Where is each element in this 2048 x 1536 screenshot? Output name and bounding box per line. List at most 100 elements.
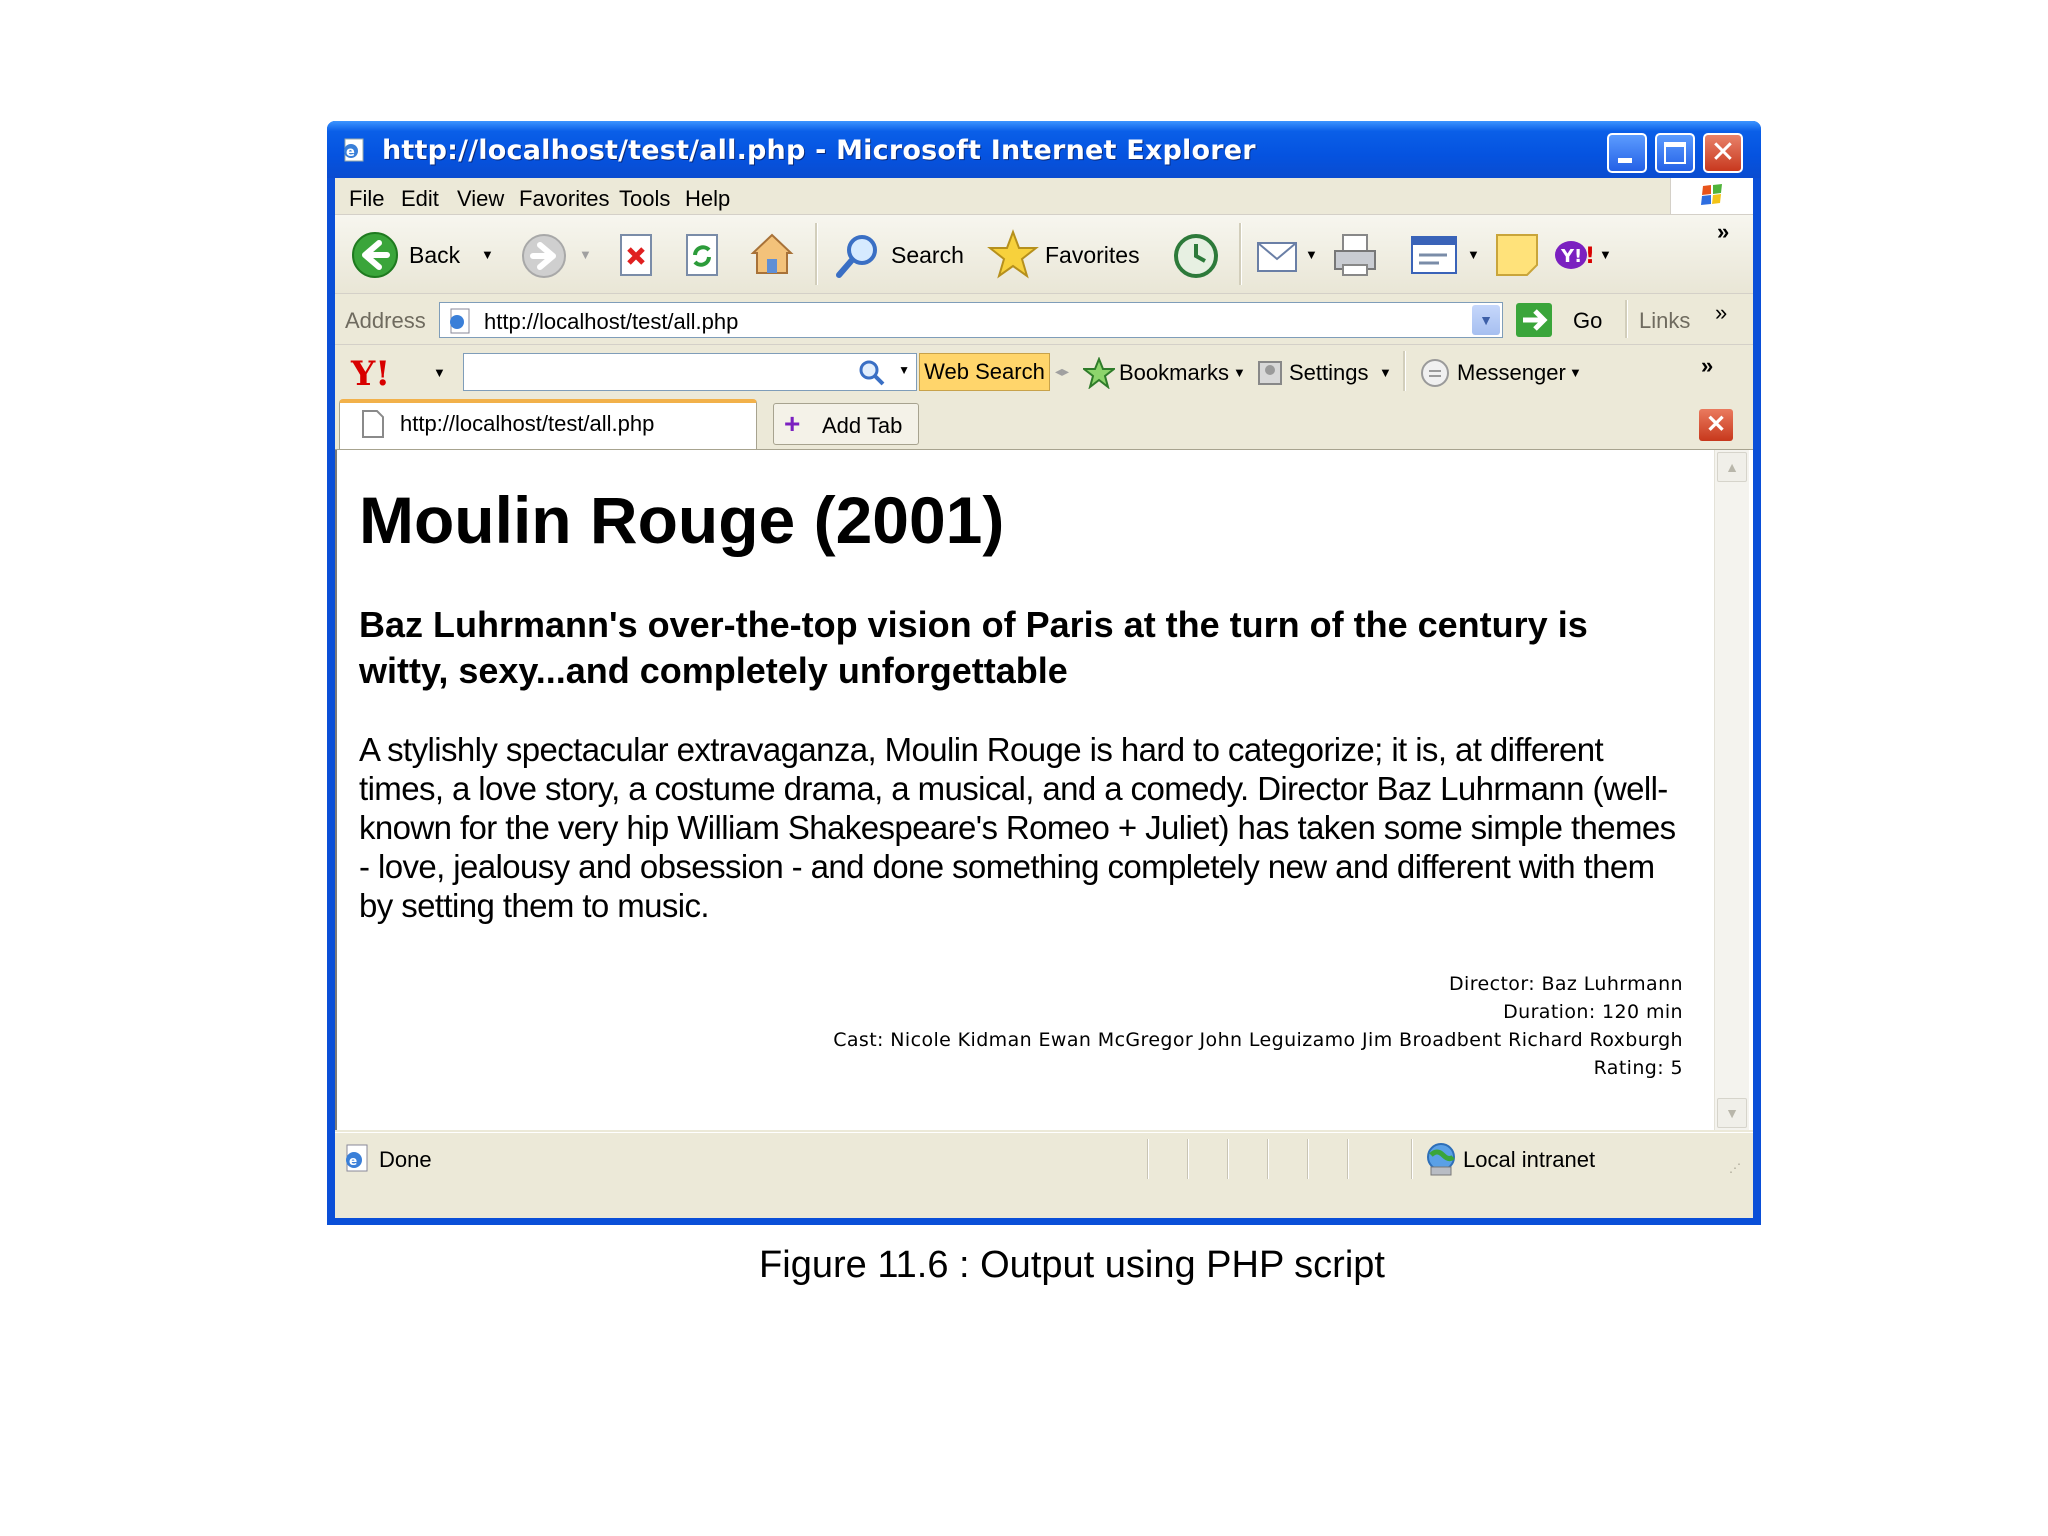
search-button-label[interactable]: Search (891, 242, 964, 269)
status-separator (1307, 1139, 1309, 1179)
tab-bar: http://localhost/test/all.php + Add Tab … (335, 395, 1753, 451)
toolbar-more-chevron-icon[interactable]: » (1717, 219, 1729, 245)
rating-text: Rating: 5 (1593, 1057, 1683, 1079)
address-label: Address (345, 308, 426, 333)
window-client: File Edit View Favorites Tools Help Back (335, 178, 1753, 1218)
print-icon[interactable] (1329, 229, 1381, 281)
address-separator (1625, 300, 1628, 338)
bookmarks-star-icon[interactable] (1083, 357, 1115, 389)
vertical-scrollbar[interactable]: ▲ ▼ (1714, 450, 1749, 1130)
yahoo-search-input[interactable]: ▼ (463, 353, 917, 391)
links-chevron-icon[interactable]: » (1715, 300, 1727, 326)
links-label[interactable]: Links (1639, 308, 1690, 334)
mail-icon[interactable] (1255, 235, 1301, 275)
favorites-button-label[interactable]: Favorites (1045, 242, 1140, 269)
ie-page-icon: e (346, 1144, 368, 1172)
address-url[interactable]: http://localhost/test/all.php (484, 309, 738, 335)
maximize-button[interactable] (1655, 133, 1695, 173)
edit-dropdown-icon[interactable]: ▼ (1467, 247, 1480, 262)
address-field[interactable]: http://localhost/test/all.php ▼ (439, 302, 1503, 338)
menu-edit[interactable]: Edit (401, 186, 439, 212)
scroll-down-icon[interactable]: ▼ (1717, 1098, 1747, 1128)
close-window-button[interactable]: ✕ (1703, 133, 1743, 173)
messenger-label[interactable]: Messenger (1457, 360, 1566, 386)
yahoo-toolbar-separator (1403, 351, 1406, 391)
toolbar-separator (1239, 223, 1242, 285)
go-arrow-icon[interactable] (1515, 302, 1553, 338)
settings-label[interactable]: Settings (1289, 360, 1369, 386)
standard-toolbar: Back ▼ ▼ Search Favorites ▼ ▼ Y! ! ▼ » (335, 215, 1753, 294)
resize-handle-icon[interactable]: ◂▸ (1055, 363, 1069, 380)
yahoo-toolbar-chevron-icon[interactable]: » (1701, 353, 1713, 379)
bookmarks-dropdown-icon[interactable]: ▼ (1233, 365, 1246, 380)
menu-help[interactable]: Help (685, 186, 730, 212)
svg-text:e: e (349, 1154, 357, 1168)
status-separator (1267, 1139, 1269, 1179)
messenger-icon[interactable] (1419, 357, 1451, 389)
sticky-note-icon[interactable] (1493, 231, 1541, 279)
menu-view[interactable]: View (457, 186, 504, 212)
add-tab-button[interactable]: + Add Tab (773, 403, 919, 445)
minimize-icon (1618, 158, 1632, 163)
close-icon: ✕ (1710, 135, 1736, 170)
status-separator (1411, 1139, 1413, 1179)
mail-dropdown-icon[interactable]: ▼ (1305, 247, 1318, 262)
plus-icon: + (784, 408, 801, 439)
page-subtitle: Baz Luhrmann's over-the-top vision of Pa… (359, 604, 1588, 691)
tab-current-page[interactable]: http://localhost/test/all.php (339, 399, 757, 449)
status-separator (1147, 1139, 1149, 1179)
resize-grip-icon[interactable]: ⋰ (1729, 1161, 1749, 1181)
refresh-icon[interactable] (683, 233, 723, 279)
status-separator (1227, 1139, 1229, 1179)
svg-text:Y!: Y! (1560, 246, 1582, 267)
back-button-label[interactable]: Back (409, 242, 460, 269)
messenger-dropdown-icon[interactable]: ▼ (1569, 365, 1582, 380)
cast-text: Cast: Nicole Kidman Ewan McGregor John L… (833, 1029, 1683, 1051)
menu-favorites[interactable]: Favorites (519, 186, 609, 212)
favorites-star-icon[interactable] (987, 229, 1039, 281)
search-dropdown-icon[interactable]: ▼ (898, 363, 910, 377)
yahoo-button-icon[interactable]: Y! ! (1553, 235, 1597, 275)
search-icon[interactable] (858, 359, 886, 387)
ie-page-icon (450, 308, 470, 334)
window-title: http://localhost/test/all.php - Microsof… (382, 135, 1256, 166)
history-icon[interactable] (1171, 231, 1221, 281)
intranet-globe-icon (1427, 1143, 1455, 1176)
duration-text: Duration: 120 min (1503, 1001, 1683, 1023)
svg-text:Y!: Y! (350, 354, 390, 391)
status-separator (1347, 1139, 1349, 1179)
maximize-icon (1664, 142, 1686, 164)
figure-caption: Figure 11.6 : Output using PHP script (759, 1244, 1385, 1286)
back-arrow-icon[interactable] (351, 231, 399, 279)
go-button-label[interactable]: Go (1573, 308, 1602, 334)
tab-label[interactable]: http://localhost/test/all.php (400, 411, 654, 437)
home-icon[interactable] (747, 229, 797, 279)
stop-icon[interactable] (617, 233, 657, 279)
settings-icon[interactable] (1257, 359, 1283, 387)
title-bar[interactable]: e http://localhost/test/all.php - Micros… (327, 121, 1761, 178)
bookmarks-label[interactable]: Bookmarks (1119, 360, 1229, 386)
browser-window: e http://localhost/test/all.php - Micros… (327, 121, 1761, 1225)
settings-dropdown-icon[interactable]: ▼ (1379, 365, 1392, 380)
menu-file[interactable]: File (349, 186, 384, 212)
forward-dropdown-icon[interactable]: ▼ (579, 247, 592, 262)
minimize-button[interactable] (1607, 133, 1647, 173)
menu-tools[interactable]: Tools (619, 186, 670, 212)
yahoo-logo-icon[interactable]: Y! (349, 353, 421, 391)
add-tab-label: Add Tab (822, 413, 903, 438)
address-bar: Address http://localhost/test/all.php ▼ … (335, 294, 1753, 345)
page-viewport: Moulin Rouge (2001) Baz Luhrmann's over-… (335, 450, 1753, 1130)
search-icon[interactable] (833, 231, 883, 281)
web-search-button[interactable]: Web Search (919, 353, 1050, 391)
yahoo-toolbar: Y! ▼ ▼ Web Search ◂▸ Bookmarks ▼ Setting (335, 345, 1753, 395)
close-tab-icon[interactable]: ✕ (1699, 409, 1733, 441)
yahoo-logo-dropdown-icon[interactable]: ▼ (433, 365, 446, 380)
address-dropdown-icon[interactable]: ▼ (1472, 305, 1500, 335)
forward-arrow-icon[interactable] (521, 233, 567, 279)
back-dropdown-icon[interactable]: ▼ (481, 247, 494, 262)
page-title: Moulin Rouge (2001) (359, 483, 1005, 557)
edit-icon[interactable] (1409, 233, 1459, 277)
yahoo-dropdown-icon[interactable]: ▼ (1599, 247, 1612, 262)
windows-flag-icon (1701, 184, 1722, 205)
scroll-up-icon[interactable]: ▲ (1717, 452, 1747, 482)
